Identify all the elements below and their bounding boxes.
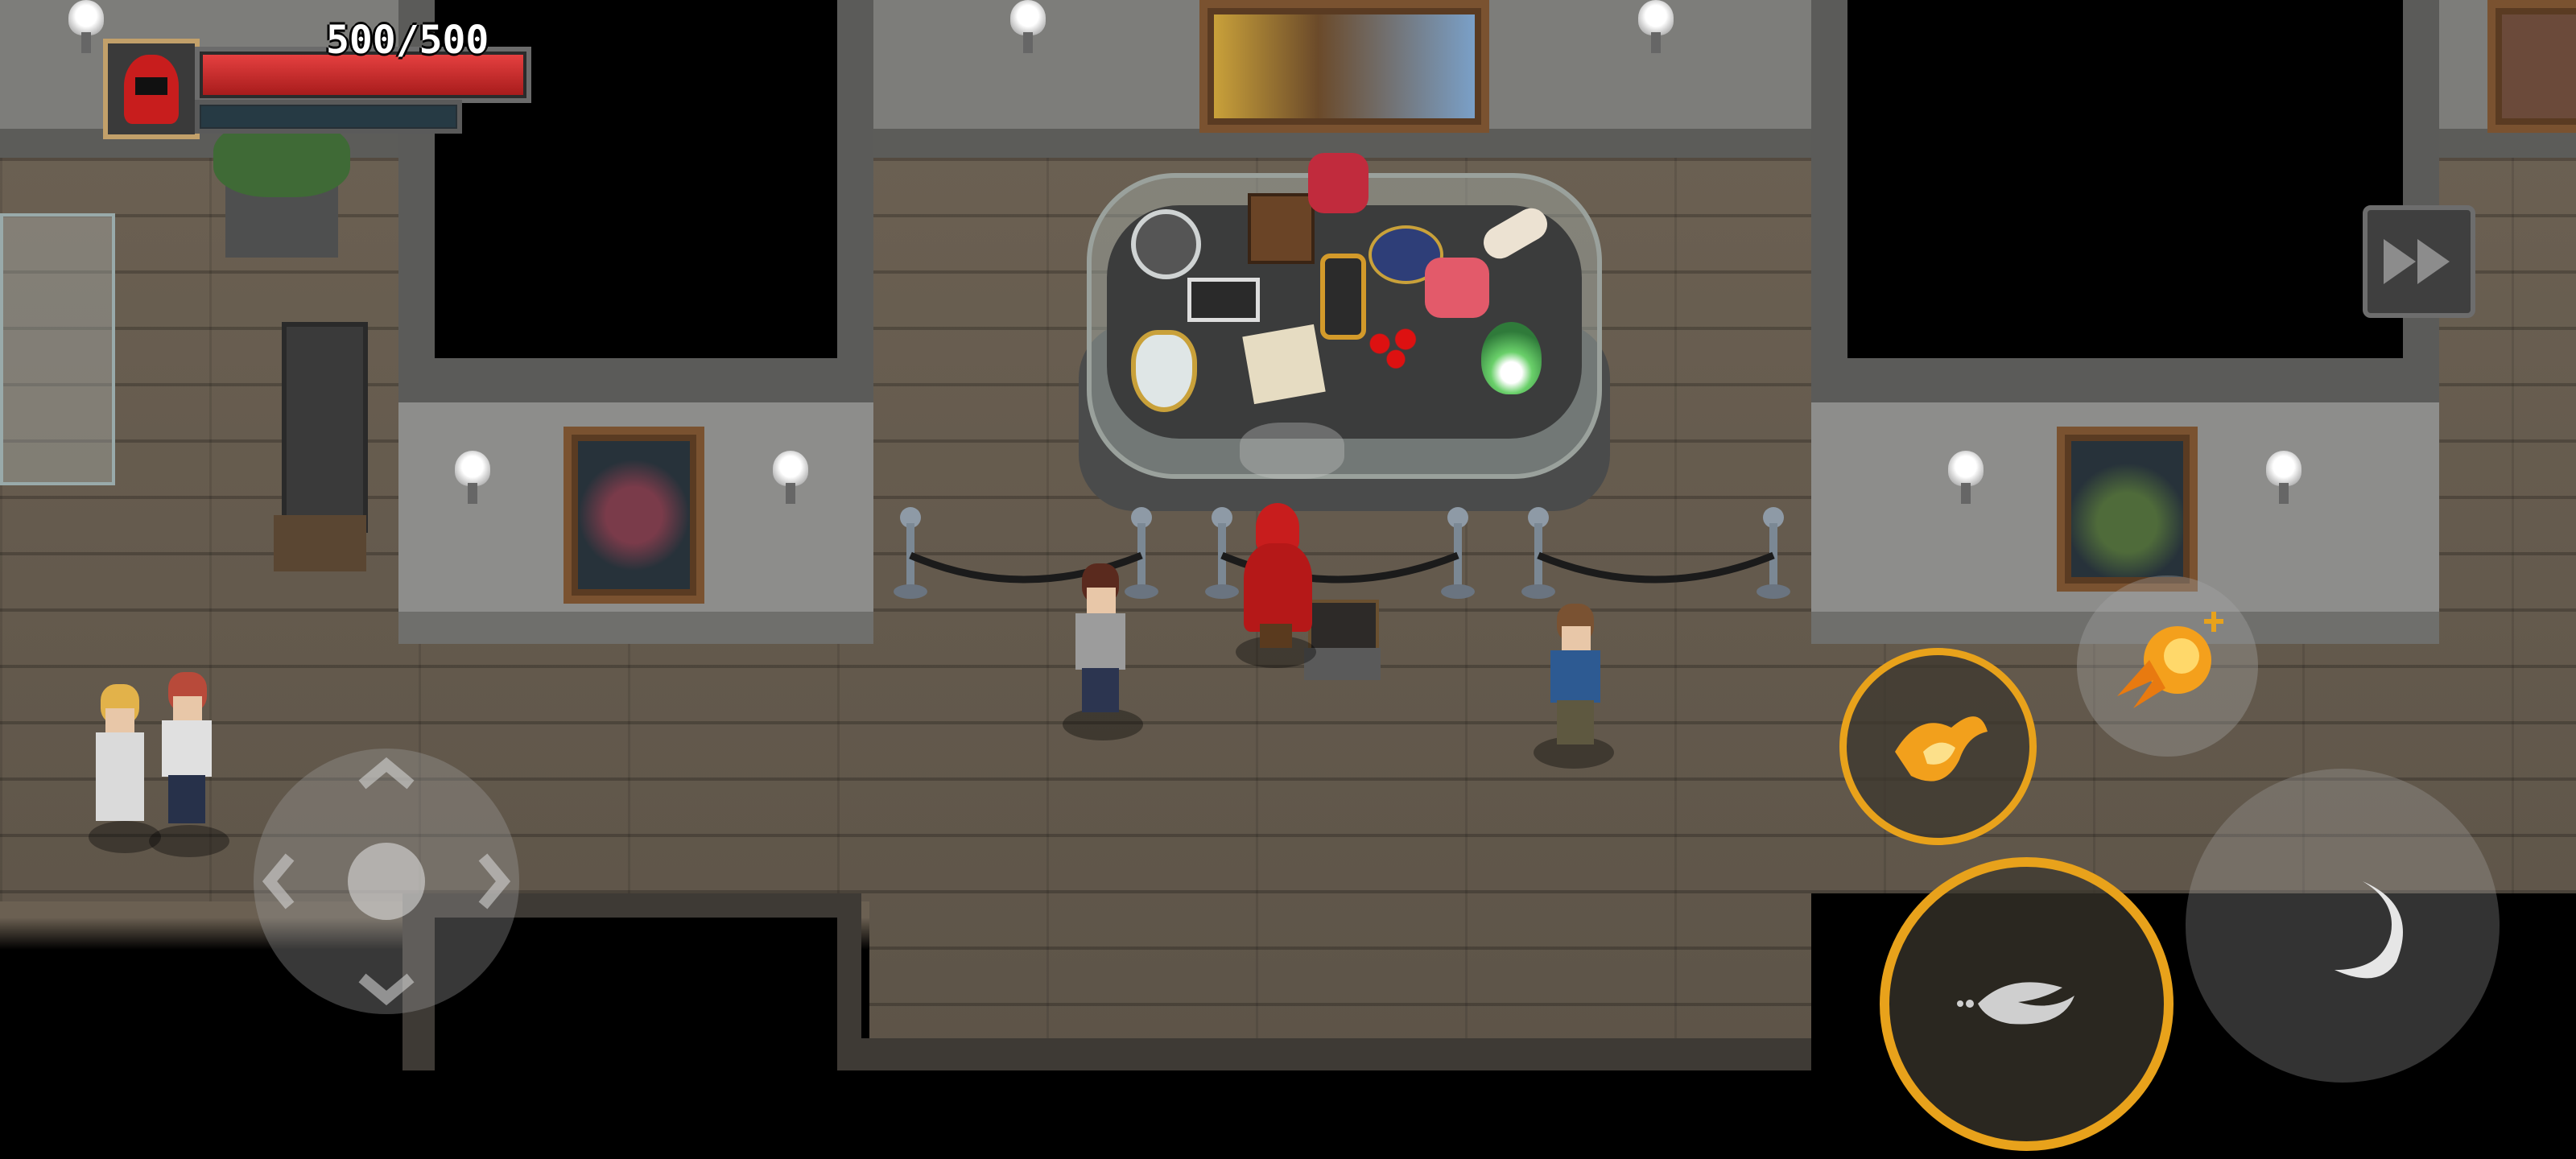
mana-bar-fill — [201, 106, 456, 127]
dpad-joystick-icon — [262, 757, 511, 1006]
mana-bar-frame — [195, 100, 462, 134]
npc-blonde-girl — [93, 684, 149, 829]
npc-gray-hoodie — [1071, 563, 1131, 716]
virtual-joystick[interactable] — [254, 749, 519, 1014]
npc-shadow — [149, 825, 229, 857]
fireball-skill-icon — [2117, 612, 2223, 708]
signature-skill-button[interactable] — [1839, 648, 2037, 845]
wind-slash-attack-icon — [1957, 982, 2074, 1025]
player-red-hood — [1244, 503, 1312, 656]
npc-blue-jacket — [1546, 604, 1606, 749]
game-scene: 500/500 — [0, 0, 2576, 1159]
basic-attack-button[interactable] — [1880, 857, 2174, 1151]
info-plaque — [1308, 600, 1379, 654]
dodge-button[interactable] — [2186, 769, 2500, 1083]
fireball-skill-button[interactable] — [2077, 575, 2258, 757]
health-text: 500/500 — [326, 18, 489, 63]
player-portrait-frame — [103, 39, 200, 139]
fire-dragon-skill-icon — [1895, 716, 1988, 782]
fast-forward-button[interactable] — [2363, 205, 2475, 318]
fast-forward-icon — [2384, 239, 2450, 284]
npc-red-hair-boy — [157, 672, 217, 829]
crescent-dodge-icon — [2334, 881, 2403, 979]
